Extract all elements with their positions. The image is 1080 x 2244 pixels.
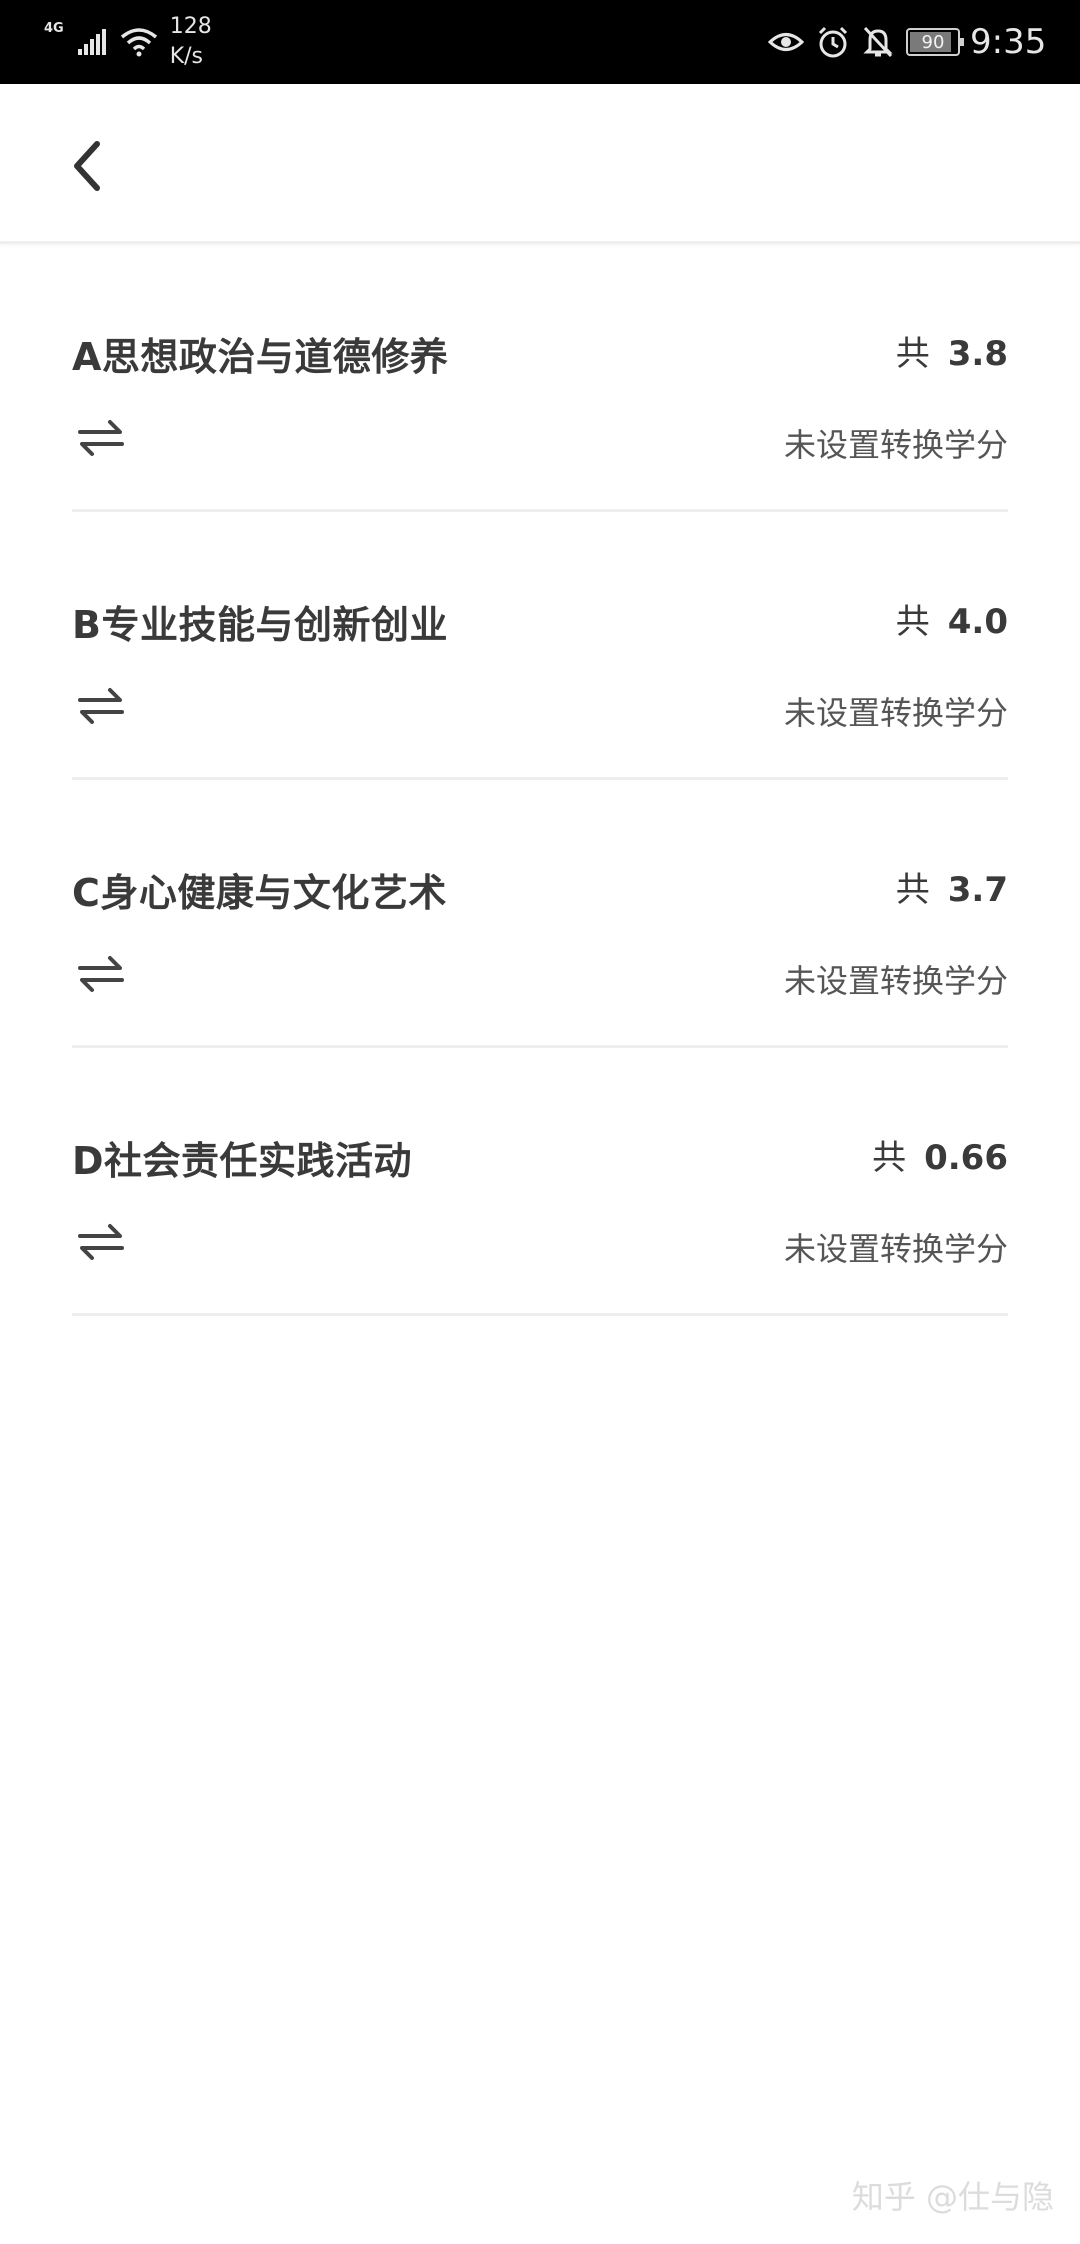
category-total: 共 0.66 (872, 1130, 1008, 1179)
swap-icon[interactable] (78, 1222, 124, 1262)
total-value: 4.0 (947, 602, 1008, 642)
clock: 9:35 (970, 22, 1047, 62)
wifi-icon (120, 28, 157, 57)
swap-icon[interactable] (78, 686, 124, 726)
category-title: C身心健康与文化艺术 (72, 871, 447, 915)
status-left: 4G 128 K/s (44, 14, 212, 70)
alarm-icon (818, 26, 848, 58)
category-total: 共 3.7 (896, 862, 1008, 911)
network-speed: 128 K/s (170, 12, 212, 72)
eye-icon (768, 33, 804, 51)
speed-value: 128 (169, 14, 212, 39)
battery-level: 90 (921, 31, 945, 53)
credit-category-list: A思想政治与道德修养 共 3.8 未设置转换学分 B专业技能与创新创业 共 4.… (72, 244, 1008, 1316)
list-item[interactable]: A思想政治与道德修养 共 3.8 未设置转换学分 (72, 244, 1008, 512)
convert-status: 未设置转换学分 (783, 962, 1008, 1000)
list-item[interactable]: B专业技能与创新创业 共 4.0 未设置转换学分 (72, 512, 1008, 780)
category-total: 共 4.0 (896, 594, 1008, 643)
category-title: D社会责任实践活动 (72, 1139, 413, 1183)
list-item[interactable]: C身心健康与文化艺术 共 3.7 未设置转换学分 (72, 780, 1008, 1048)
app-header (0, 84, 1080, 244)
total-value: 3.7 (947, 870, 1008, 910)
battery-icon: 90 (906, 28, 964, 56)
back-button[interactable] (56, 128, 116, 204)
battery-nub (960, 38, 964, 46)
total-prefix: 共 (895, 334, 930, 374)
status-right: 90 9:35 (756, 14, 1080, 70)
chevron-left-icon (74, 141, 100, 191)
convert-status: 未设置转换学分 (783, 426, 1008, 464)
total-value: 3.8 (947, 334, 1008, 374)
status-bar: 4G 128 K/s 90 9:35 (0, 0, 1080, 84)
bell-off-icon (863, 26, 893, 58)
swap-icon[interactable] (78, 418, 124, 458)
network-type: 4G (44, 20, 64, 36)
swap-icon[interactable] (78, 954, 124, 994)
watermark: 知乎 @仕与隐 (851, 2178, 1054, 2216)
total-value: 0.66 (924, 1138, 1008, 1178)
list-item[interactable]: D社会责任实践活动 共 0.66 未设置转换学分 (72, 1048, 1008, 1316)
total-prefix: 共 (895, 602, 930, 642)
category-total: 共 3.8 (896, 326, 1008, 375)
convert-status: 未设置转换学分 (783, 1230, 1008, 1268)
total-prefix: 共 (872, 1138, 907, 1178)
total-prefix: 共 (895, 870, 930, 910)
convert-status: 未设置转换学分 (783, 694, 1008, 732)
category-title: A思想政治与道德修养 (72, 335, 449, 379)
speed-unit: K/s (169, 44, 204, 69)
signal-icon (77, 29, 106, 55)
category-title: B专业技能与创新创业 (72, 603, 448, 647)
